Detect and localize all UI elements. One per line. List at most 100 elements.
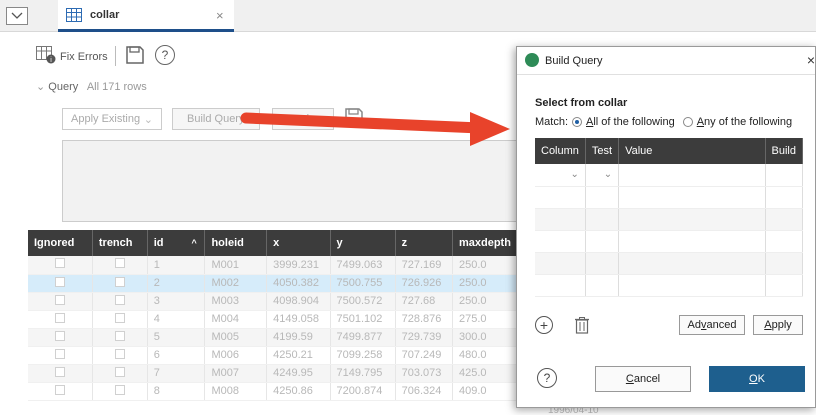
table-row[interactable]: 5 M005 4199.59 7499.877 729.739 300.0 bbox=[28, 328, 519, 347]
cell-holeid[interactable]: M005 bbox=[204, 328, 268, 347]
cell-z[interactable]: 707.249 bbox=[395, 346, 453, 365]
build-cell[interactable] bbox=[765, 164, 804, 187]
help-button[interactable]: ? bbox=[537, 368, 557, 388]
table-row[interactable]: 4 M004 4149.058 7501.102 728.876 275.0 bbox=[28, 310, 519, 329]
trench-checkbox[interactable] bbox=[114, 276, 125, 287]
trench-checkbox[interactable] bbox=[114, 348, 125, 359]
dialog-title-bar[interactable]: Build Query × bbox=[517, 47, 815, 75]
cell-maxdepth[interactable]: 275.0 bbox=[452, 310, 519, 329]
value-cell[interactable] bbox=[618, 164, 766, 187]
condition-row[interactable]: ⌄ ⌄ bbox=[535, 164, 804, 187]
cell-x[interactable]: 4199.59 bbox=[266, 328, 331, 347]
column-header-holeid[interactable]: holeid bbox=[204, 230, 268, 256]
trench-checkbox[interactable] bbox=[114, 384, 125, 395]
ok-button[interactable]: OK bbox=[709, 366, 805, 392]
table-row[interactable]: 6 M006 4250.21 7099.258 707.249 480.0 bbox=[28, 346, 519, 365]
cell-y[interactable]: 7499.063 bbox=[330, 256, 396, 275]
cell-y[interactable]: 7149.795 bbox=[330, 364, 396, 383]
cell-maxdepth[interactable]: 480.0 bbox=[452, 346, 519, 365]
cell-y[interactable]: 7099.258 bbox=[330, 346, 396, 365]
cell-holeid[interactable]: M004 bbox=[204, 310, 268, 329]
apply-button[interactable]: Apply bbox=[753, 315, 803, 335]
cell-id[interactable]: 2 bbox=[147, 274, 206, 293]
apply-existing-dropdown[interactable]: Apply Existing ⌄ bbox=[62, 108, 162, 130]
query-editor[interactable] bbox=[62, 140, 532, 222]
option-all-label[interactable]: All of the following bbox=[586, 116, 675, 128]
table-row[interactable]: 1 M001 3999.231 7499.063 727.169 250.0 bbox=[28, 256, 519, 275]
trash-icon[interactable] bbox=[575, 317, 589, 337]
trench-checkbox[interactable] bbox=[114, 312, 125, 323]
ignored-checkbox[interactable] bbox=[54, 276, 65, 287]
ignored-checkbox[interactable] bbox=[54, 312, 65, 323]
cell-z[interactable]: 727.169 bbox=[395, 256, 453, 275]
cell-maxdepth[interactable]: 250.0 bbox=[452, 256, 519, 275]
cell-id[interactable]: 5 bbox=[147, 328, 206, 347]
tab-collar[interactable]: collar × bbox=[58, 0, 234, 32]
apply-query-button[interactable]: Apply bbox=[272, 108, 334, 130]
trench-checkbox[interactable] bbox=[114, 366, 125, 377]
cell-holeid[interactable]: M002 bbox=[204, 274, 268, 293]
cell-id[interactable]: 6 bbox=[147, 346, 206, 365]
cell-maxdepth[interactable]: 425.0 bbox=[452, 364, 519, 383]
table-row[interactable]: 7 M007 4249.95 7149.795 703.073 425.0 bbox=[28, 364, 519, 383]
ignored-checkbox[interactable] bbox=[54, 330, 65, 341]
cell-z[interactable]: 706.324 bbox=[395, 382, 453, 401]
cell-holeid[interactable]: M008 bbox=[204, 382, 268, 401]
ignored-checkbox[interactable] bbox=[54, 366, 65, 377]
column-header-ignored[interactable]: Ignored bbox=[28, 230, 93, 256]
column-header-id[interactable]: id ^ bbox=[147, 230, 206, 256]
cell-x[interactable]: 4149.058 bbox=[266, 310, 331, 329]
help-button[interactable]: ? bbox=[155, 45, 175, 65]
cell-id[interactable]: 3 bbox=[147, 292, 206, 311]
close-icon[interactable]: × bbox=[216, 8, 224, 23]
ignored-checkbox[interactable] bbox=[54, 348, 65, 359]
column-select[interactable]: ⌄ bbox=[535, 164, 586, 187]
ignored-checkbox[interactable] bbox=[54, 258, 65, 269]
column-header-z[interactable]: z bbox=[395, 230, 453, 256]
close-icon[interactable]: × bbox=[807, 52, 815, 68]
save-query-icon[interactable] bbox=[344, 107, 364, 130]
fix-errors-button[interactable]: i Fix Errors bbox=[36, 46, 108, 67]
cell-z[interactable]: 728.876 bbox=[395, 310, 453, 329]
cell-z[interactable]: 727.68 bbox=[395, 292, 453, 311]
cell-y[interactable]: 7501.102 bbox=[330, 310, 396, 329]
column-header-y[interactable]: y bbox=[330, 230, 396, 256]
ignored-checkbox[interactable] bbox=[54, 294, 65, 305]
cell-maxdepth[interactable]: 250.0 bbox=[452, 274, 519, 293]
advanced-button[interactable]: Advanced bbox=[679, 315, 745, 335]
cell-id[interactable]: 4 bbox=[147, 310, 206, 329]
cell-x[interactable]: 4249.95 bbox=[266, 364, 331, 383]
save-icon[interactable] bbox=[125, 45, 145, 68]
cell-x[interactable]: 4250.21 bbox=[266, 346, 331, 365]
ignored-checkbox[interactable] bbox=[54, 384, 65, 395]
radio-any[interactable] bbox=[682, 117, 693, 127]
cell-x[interactable]: 4050.382 bbox=[266, 274, 331, 293]
cell-id[interactable]: 8 bbox=[147, 382, 206, 401]
cancel-button[interactable]: Cancel bbox=[595, 366, 691, 392]
trench-checkbox[interactable] bbox=[114, 294, 125, 305]
cell-y[interactable]: 7500.572 bbox=[330, 292, 396, 311]
cell-y[interactable]: 7200.874 bbox=[330, 382, 396, 401]
cell-maxdepth[interactable]: 250.0 bbox=[452, 292, 519, 311]
cell-x[interactable]: 4098.904 bbox=[266, 292, 331, 311]
column-header-x[interactable]: x bbox=[266, 230, 331, 256]
cell-holeid[interactable]: M007 bbox=[204, 364, 268, 383]
query-section-header[interactable]: ⌄ Query All 171 rows bbox=[36, 80, 147, 93]
table-row[interactable]: 8 M008 4250.86 7200.874 706.324 409.0 bbox=[28, 382, 519, 401]
cell-x[interactable]: 3999.231 bbox=[266, 256, 331, 275]
cell-z[interactable]: 726.926 bbox=[395, 274, 453, 293]
trench-checkbox[interactable] bbox=[114, 330, 125, 341]
cell-y[interactable]: 7500.755 bbox=[330, 274, 396, 293]
table-row[interactable]: 2 M002 4050.382 7500.755 726.926 250.0 bbox=[28, 274, 519, 293]
test-select[interactable]: ⌄ bbox=[585, 164, 620, 187]
table-row[interactable]: 3 M003 4098.904 7500.572 727.68 250.0 bbox=[28, 292, 519, 311]
add-condition-icon[interactable]: + bbox=[535, 316, 553, 334]
cell-holeid[interactable]: M006 bbox=[204, 346, 268, 365]
cell-maxdepth[interactable]: 300.0 bbox=[452, 328, 519, 347]
radio-all[interactable] bbox=[572, 117, 583, 127]
column-header-maxdepth[interactable]: maxdepth bbox=[452, 230, 519, 256]
column-header-trench[interactable]: trench bbox=[92, 230, 148, 256]
cell-x[interactable]: 4250.86 bbox=[266, 382, 331, 401]
cell-maxdepth[interactable]: 409.0 bbox=[452, 382, 519, 401]
cell-z[interactable]: 703.073 bbox=[395, 364, 453, 383]
